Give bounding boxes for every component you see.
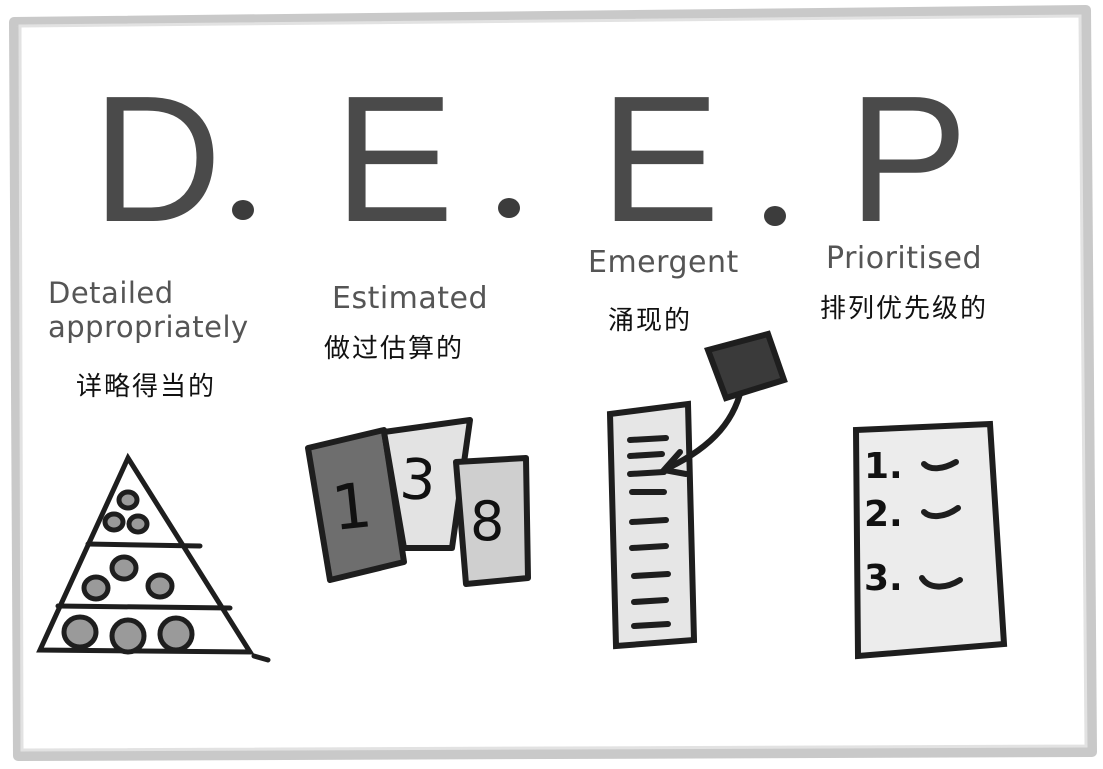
priority-item-2: 2. [864,494,903,535]
deep-illustration: D E E P Detailed appropriately Estimated… [0,0,1103,769]
caption-detailed: 详略得当的 [76,372,217,402]
label-prioritised: Prioritised [826,241,982,276]
priority-item-1: 1. [864,446,903,487]
separator-dot [232,200,254,220]
label-emergent: Emergent [588,245,739,280]
caption-prioritised: 排列优先级的 [820,294,989,324]
separator-dot [764,206,786,226]
caption-emergent: 涌现的 [608,306,693,336]
letter-e2: E [600,59,721,260]
separator-dot [498,198,520,218]
letter-e1: E [334,59,455,260]
card-value-1: 1 [328,468,376,545]
card-value-3: 3 [397,446,438,515]
label-detailed-appropriately: Detailed appropriately [48,276,249,344]
card-value-8: 8 [470,490,505,553]
letter-d: D [92,59,222,260]
caption-estimated: 做过估算的 [324,334,465,364]
letter-p: P [848,59,969,260]
priority-item-3: 3. [864,558,903,599]
label-estimated: Estimated [332,281,489,316]
